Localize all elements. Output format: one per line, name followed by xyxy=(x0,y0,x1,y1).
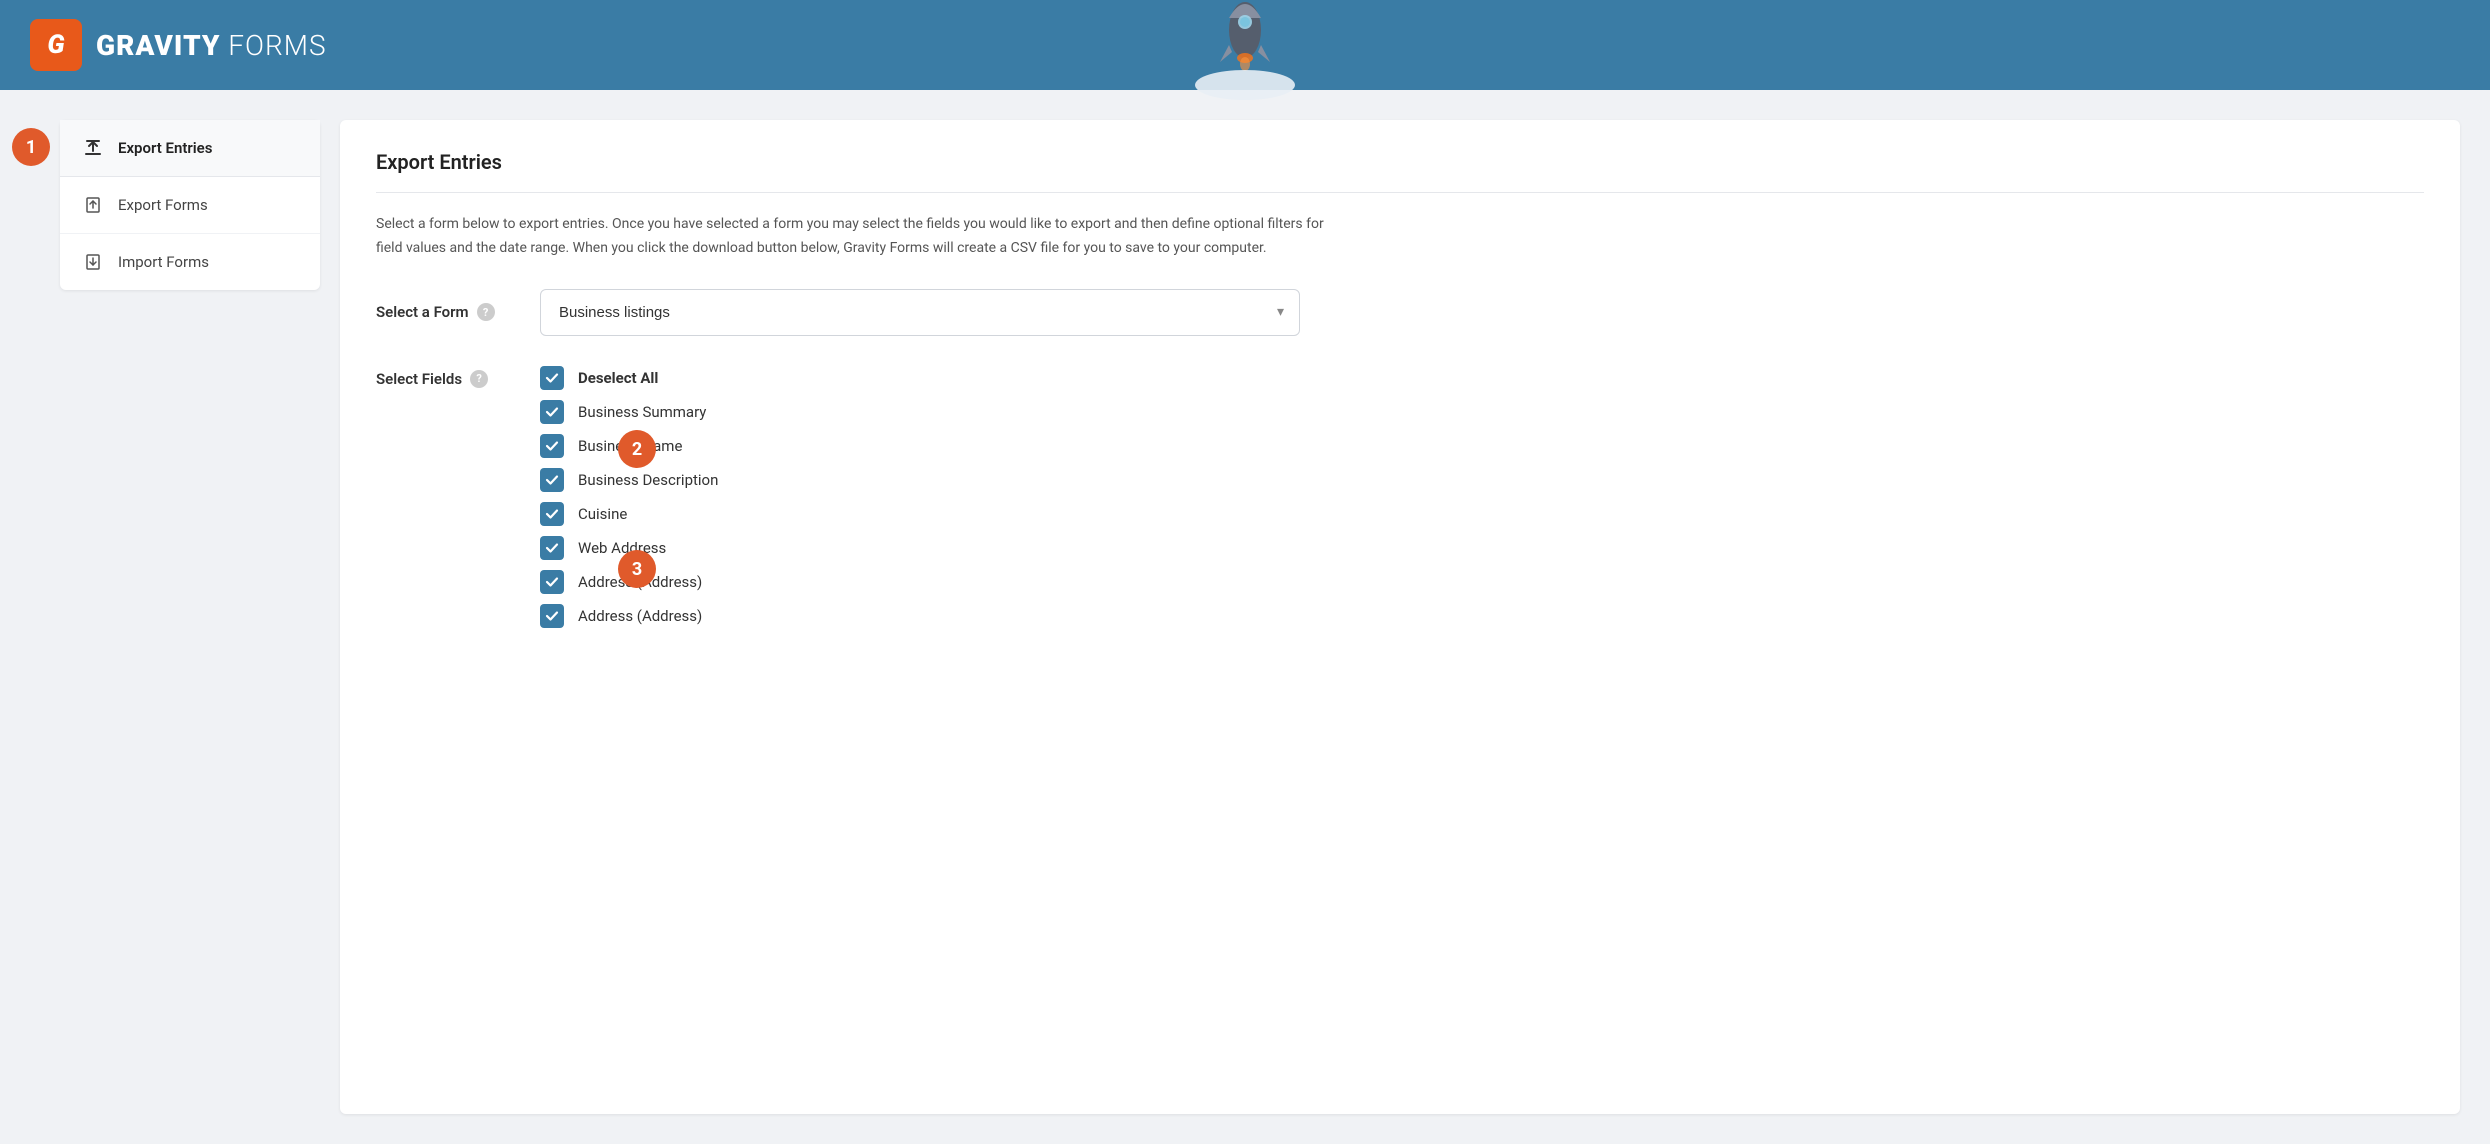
logo-text: GRAVITY FORMS xyxy=(96,29,327,62)
app-header: G GRAVITY FORMS xyxy=(0,0,2490,90)
panel-description: Select a form below to export entries. O… xyxy=(376,213,1336,261)
field-item-deselect-all[interactable]: Deselect All xyxy=(540,366,1300,390)
step-badge-2: 2 xyxy=(618,430,656,468)
checkbox-address-2[interactable] xyxy=(540,604,564,628)
select-form-help-icon[interactable]: ? xyxy=(477,303,495,321)
select-form-dropdown[interactable]: Business listings xyxy=(540,289,1300,336)
rocket-illustration xyxy=(1195,0,1295,100)
checkbox-deselect-all[interactable] xyxy=(540,366,564,390)
field-label-cuisine: Cuisine xyxy=(578,505,627,523)
field-label-address-2: Address (Address) xyxy=(578,607,702,625)
field-label-business-description: Business Description xyxy=(578,471,718,489)
sidebar-item-export-forms-label: Export Forms xyxy=(118,196,208,214)
logo-icon: G xyxy=(30,19,82,71)
select-form-label: Select a Form ? xyxy=(376,303,516,321)
field-item-cuisine[interactable]: Cuisine xyxy=(540,502,1300,526)
export-forms-icon xyxy=(82,195,104,215)
panel-title: Export Entries xyxy=(376,150,2424,193)
sidebar-item-import-forms[interactable]: Import Forms xyxy=(60,234,320,290)
checkbox-business-name[interactable] xyxy=(540,434,564,458)
select-form-row: 2 Select a Form ? Business listings ▾ xyxy=(376,289,2424,336)
checkbox-business-description[interactable] xyxy=(540,468,564,492)
field-item-web-address[interactable]: Web Address xyxy=(540,536,1300,560)
select-fields-label: Select Fields ? xyxy=(376,366,516,388)
step-badge-3: 3 xyxy=(618,550,656,588)
field-item-business-summary[interactable]: Business Summary xyxy=(540,400,1300,424)
checkbox-business-summary[interactable] xyxy=(540,400,564,424)
import-forms-icon xyxy=(82,252,104,272)
step-badge-1: 1 xyxy=(12,128,50,166)
checkbox-web-address[interactable] xyxy=(540,536,564,560)
content-panel: Export Entries Select a form below to ex… xyxy=(340,120,2460,1114)
main-wrapper: 1 Export Entries Export F xyxy=(0,90,2490,1144)
fields-list: Deselect All Business Summary xyxy=(540,366,1300,628)
sidebar-item-export-entries[interactable]: Export Entries xyxy=(60,120,320,177)
select-fields-row: 3 Select Fields ? Deselect All xyxy=(376,366,2424,628)
field-label-business-summary: Business Summary xyxy=(578,403,706,421)
checkbox-cuisine[interactable] xyxy=(540,502,564,526)
sidebar-item-export-forms[interactable]: Export Forms xyxy=(60,177,320,234)
field-label-deselect-all: Deselect All xyxy=(578,369,658,387)
logo: G GRAVITY FORMS xyxy=(30,19,327,71)
checkbox-address-1[interactable] xyxy=(540,570,564,594)
sidebar: Export Entries Export Forms Import For xyxy=(60,120,320,290)
sidebar-item-export-entries-label: Export Entries xyxy=(118,139,212,157)
select-fields-help-icon[interactable]: ? xyxy=(470,370,488,388)
sidebar-item-import-forms-label: Import Forms xyxy=(118,253,209,271)
rocket-icon xyxy=(1210,0,1280,80)
field-item-business-description[interactable]: Business Description xyxy=(540,468,1300,492)
export-entries-icon xyxy=(82,138,104,158)
select-form-wrapper: Business listings ▾ xyxy=(540,289,1300,336)
field-item-address-2[interactable]: Address (Address) xyxy=(540,604,1300,628)
field-label-web-address: Web Address xyxy=(578,539,666,557)
